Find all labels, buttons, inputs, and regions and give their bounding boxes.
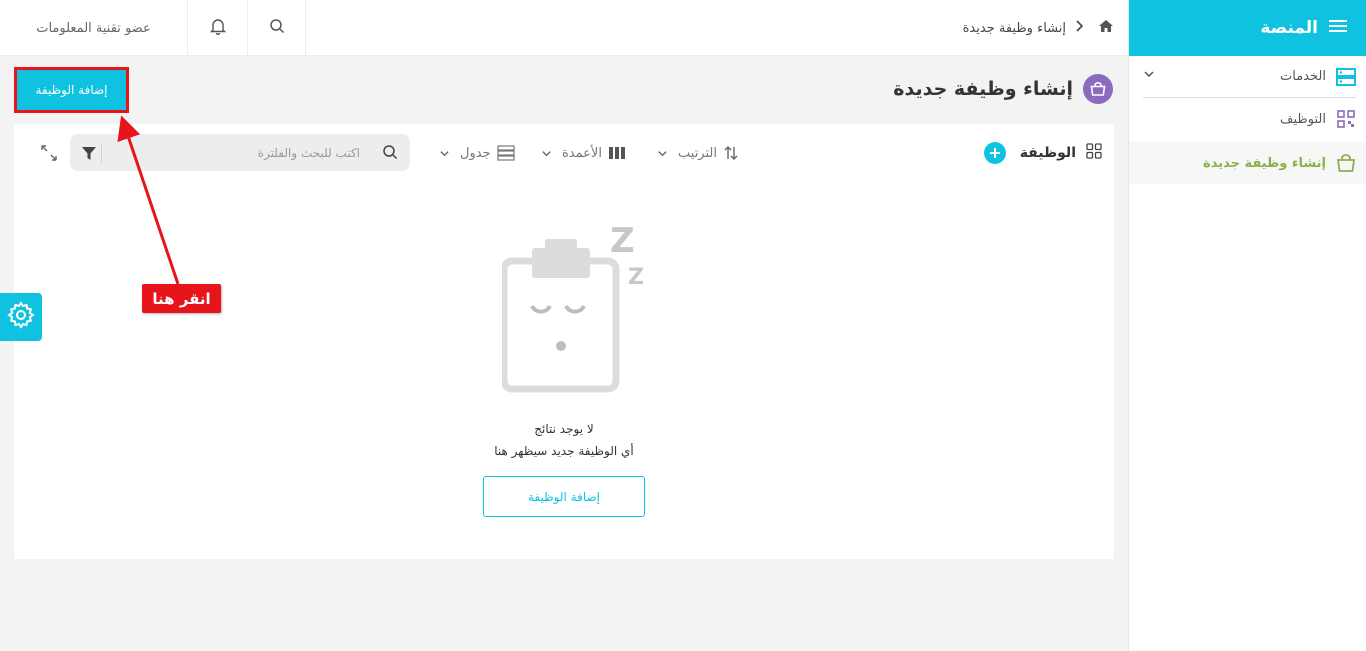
sidebar-item-employment[interactable]: التوظيف <box>1129 98 1366 140</box>
table-rows-icon <box>496 145 515 161</box>
user-name: عضو تقنية المعلومات <box>36 20 151 36</box>
search-icon <box>382 144 398 164</box>
sidebar-title: المنصة <box>1260 18 1318 38</box>
content-card: الوظيفة الترتيب الأعمدة جدول اكتب للبحث … <box>14 124 1114 559</box>
sidebar-item-create-job[interactable]: إنشاء وظيفة جديدة <box>1129 142 1366 184</box>
sidebar-item-label: إنشاء وظيفة جديدة <box>1203 155 1326 171</box>
settings-button[interactable] <box>0 293 42 341</box>
search-icon <box>269 18 285 38</box>
entity-header: الوظيفة <box>983 134 1102 172</box>
empty-add-job-button[interactable]: إضافة الوظيفة <box>483 476 645 517</box>
sort-label: الترتيب <box>678 145 717 161</box>
chevron-left-icon <box>1074 20 1084 36</box>
entity-label: الوظيفة <box>1019 145 1076 161</box>
qr-grid-icon <box>1336 109 1356 129</box>
notifications-button[interactable] <box>188 0 248 56</box>
gear-icon <box>7 301 35 333</box>
shopping-bag-icon <box>1083 74 1113 104</box>
page-title: إنشاء وظيفة جديدة <box>893 78 1073 100</box>
sidebar-header: المنصة <box>1129 0 1366 56</box>
search-input[interactable] <box>110 134 360 171</box>
breadcrumb: إنشاء وظيفة جديدة <box>963 0 1114 56</box>
topbar: عضو تقنية المعلومات إنشاء وظيفة جديدة <box>0 0 1128 56</box>
chevron-down-icon <box>439 148 450 159</box>
menu-icon[interactable] <box>1328 18 1348 38</box>
search-box <box>70 134 410 171</box>
svg-text:Z: Z <box>628 265 644 290</box>
sort-dropdown[interactable]: الترتيب <box>657 134 739 172</box>
view-label: جدول <box>460 145 491 161</box>
home-icon[interactable] <box>1098 19 1114 37</box>
toolbar: الوظيفة الترتيب الأعمدة جدول اكتب للبحث … <box>14 134 1114 172</box>
breadcrumb-current: إنشاء وظيفة جديدة <box>962 20 1066 36</box>
search-button[interactable] <box>248 0 306 56</box>
chevron-down-icon <box>541 148 552 159</box>
user-menu[interactable]: عضو تقنية المعلومات <box>0 0 188 56</box>
add-circle-button[interactable] <box>983 142 1006 164</box>
chevron-down-icon <box>657 148 668 159</box>
filter-icon[interactable] <box>80 143 102 163</box>
server-icon <box>1336 67 1356 87</box>
grid-icon <box>1086 143 1102 163</box>
sort-arrows-icon <box>723 145 739 161</box>
sidebar-item-label: التوظيف <box>1280 111 1326 127</box>
chevron-down-icon <box>1143 68 1155 84</box>
empty-state-subtitle: أي الوظيفة جديد سيظهر هنا <box>494 444 634 458</box>
svg-text:Z: Z <box>610 224 635 261</box>
columns-dropdown[interactable]: الأعمدة <box>541 134 626 172</box>
sidebar: المنصة الخدمات التوظيف إنشاء وظيفة جديدة <box>1128 0 1366 651</box>
columns-icon <box>608 146 626 160</box>
sidebar-item-label: الخدمات <box>1280 69 1326 84</box>
view-dropdown[interactable]: جدول <box>439 134 515 172</box>
empty-state-illustration: Z Z <box>500 221 662 398</box>
add-job-button[interactable]: إضافة الوظيفة <box>14 67 129 113</box>
annotation-label: انقر هنا <box>142 284 221 313</box>
columns-label: الأعمدة <box>562 145 602 161</box>
bell-icon <box>209 17 227 39</box>
expand-icon[interactable] <box>40 144 58 166</box>
page-header: إنشاء وظيفة جديدة <box>893 74 1113 104</box>
empty-state-title: لا يوجد نتائج <box>534 422 594 436</box>
sidebar-item-services[interactable]: الخدمات <box>1143 56 1356 98</box>
shopping-bag-icon <box>1336 153 1356 173</box>
